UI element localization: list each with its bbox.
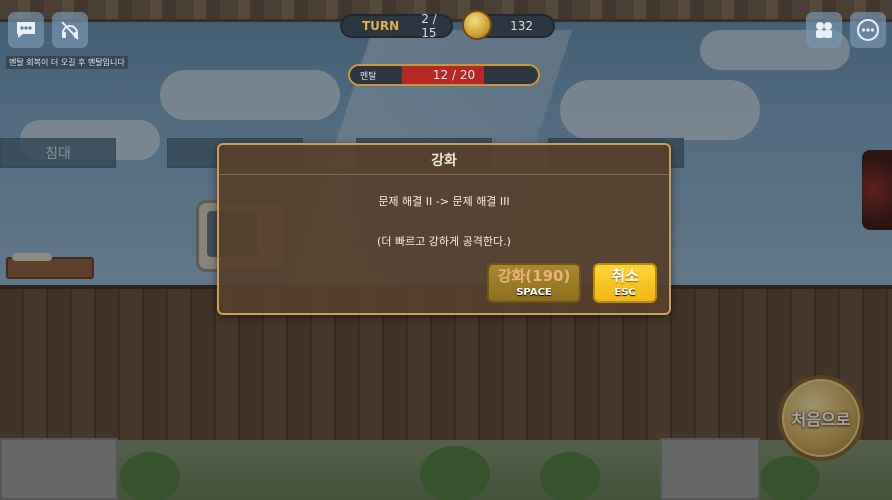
upgrade-button[interactable]: 강화(190) SPACE: [487, 263, 581, 303]
more-icon: [857, 19, 879, 41]
upgrade-effect-text: (더 빠르고 강하게 공격한다.): [377, 235, 511, 248]
people-icon: [816, 22, 832, 38]
cancel-button[interactable]: 취소 ESC: [593, 263, 657, 303]
upgrade-description: 문제 해결 II -> 문제 해결 III: [378, 195, 510, 208]
turn-label: TURN: [362, 19, 400, 33]
chat-icon: [17, 22, 35, 38]
more-button[interactable]: [850, 12, 886, 48]
sound-toggle-button[interactable]: [52, 12, 88, 48]
gold-value: 132: [510, 19, 533, 33]
upgrade-dialog: 강화 문제 해결 II -> 문제 해결 III (더 빠르고 강하게 공격한다…: [217, 143, 671, 315]
upgrade-button-label: 강화(190): [497, 267, 571, 285]
turn-counter: TURN 2 / 15: [340, 12, 453, 40]
people-button[interactable]: [806, 12, 842, 48]
dialog-title: 강화: [431, 152, 457, 169]
sound-off-icon: [61, 21, 79, 40]
cancel-button-label: 취소: [611, 267, 639, 285]
cancel-shortcut-label: ESC: [614, 287, 636, 298]
notice-text: 멘탈 회복이 더 오길 후 멘탈입니다: [6, 56, 128, 69]
mental-gauge: 멘탈 12 / 20: [348, 64, 540, 86]
turn-value: 2 / 15: [421, 12, 437, 40]
chat-button[interactable]: [8, 12, 44, 48]
mental-gauge-value: 12 / 20: [432, 68, 476, 82]
gold-coin-icon: [462, 10, 492, 40]
dialog-title-bar: 강화: [219, 145, 669, 175]
upgrade-shortcut-label: SPACE: [516, 287, 552, 298]
